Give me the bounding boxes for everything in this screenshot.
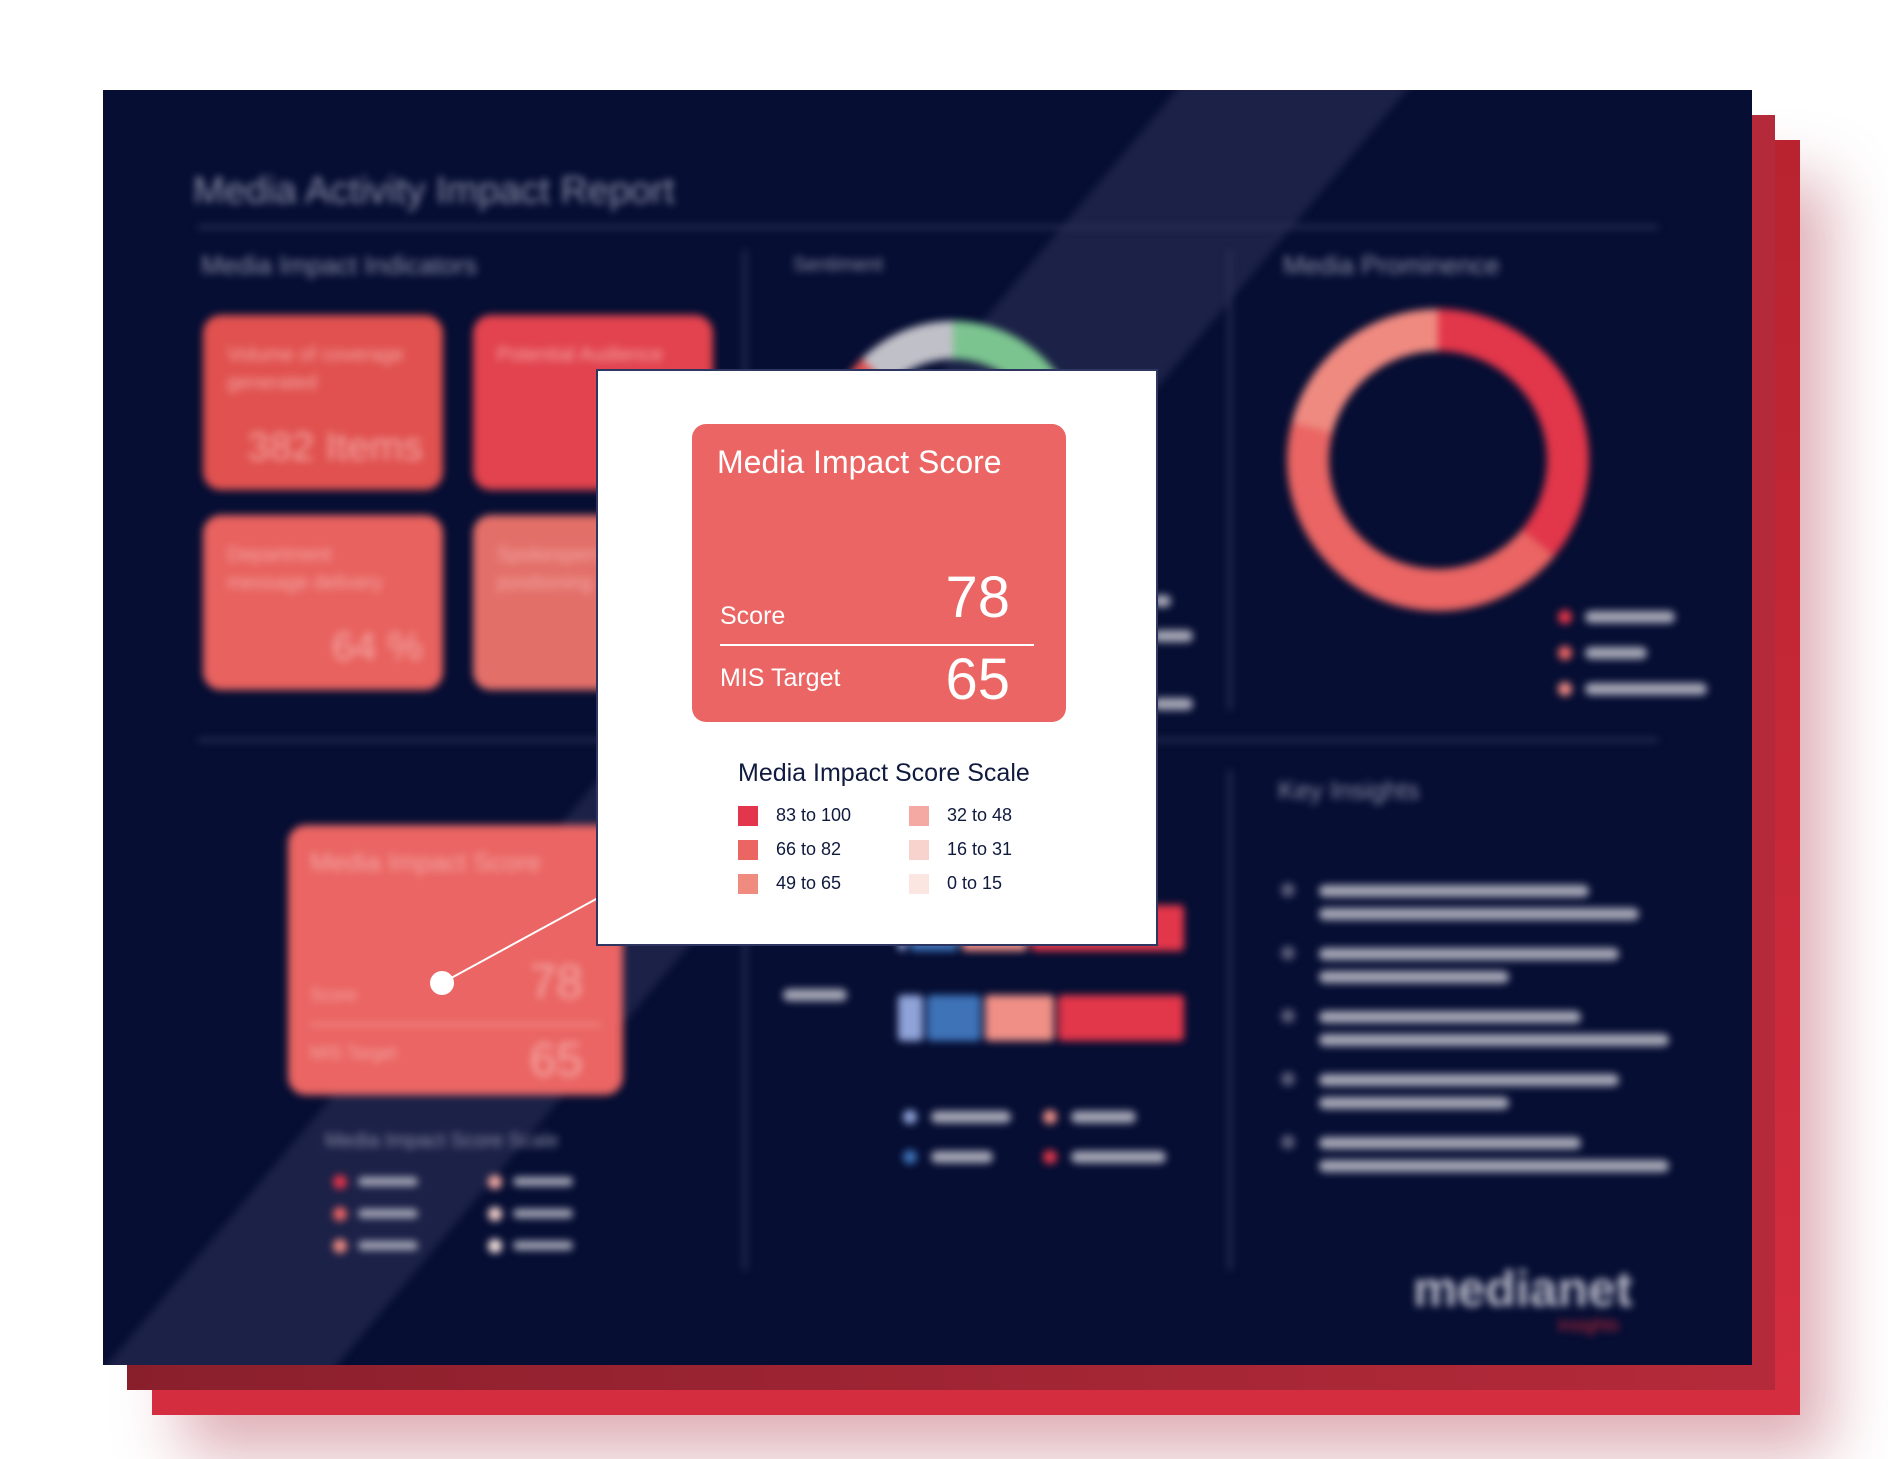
scale-label: 83 to 100 <box>776 805 852 825</box>
scale-label: 49 to 65 <box>776 873 842 893</box>
scale-swatch <box>909 839 929 860</box>
scale-item: 66 to 82 <box>738 839 841 860</box>
score-label: Score <box>720 602 786 630</box>
scale-label: 32 to 48 <box>947 805 1013 825</box>
callout-box: Media Impact Score Score 78 MIS Target 6… <box>596 369 1158 946</box>
scale-label: 66 to 82 <box>776 839 842 859</box>
scale-swatch <box>909 805 929 826</box>
target-value: 65 <box>945 647 1010 712</box>
mis-title: Media Impact Score <box>717 444 1002 480</box>
mis-card: Media Impact Score Score 78 MIS Target 6… <box>692 424 1066 722</box>
scale-item: 83 to 100 <box>738 805 851 826</box>
scale-swatch <box>738 839 758 860</box>
scale-item: 0 to 15 <box>909 873 1002 894</box>
scale-item: 49 to 65 <box>738 873 841 894</box>
leader-line <box>441 897 599 984</box>
scale-swatch <box>738 873 758 894</box>
scale-label: 16 to 31 <box>947 839 1013 859</box>
scale-swatch <box>738 805 758 826</box>
scale-title: Media Impact Score Scale <box>738 759 1030 787</box>
scale-item: 32 to 48 <box>909 805 1012 826</box>
score-value: 78 <box>945 565 1010 630</box>
leader-dot <box>430 971 454 995</box>
scale-swatch <box>909 873 929 894</box>
scale-item: 16 to 31 <box>909 839 1012 860</box>
scale-label: 0 to 15 <box>947 873 1003 893</box>
target-label: MIS Target <box>720 664 841 692</box>
